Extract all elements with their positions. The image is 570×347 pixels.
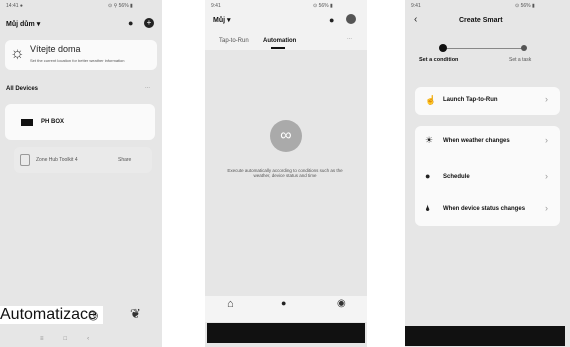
devices-more-icon[interactable]: ⋯: [145, 85, 150, 91]
option-label: When device status changes: [443, 206, 526, 212]
system-nav-bar: ≡ □ ‹: [40, 336, 90, 342]
chevron-right-icon: ›: [545, 135, 548, 145]
option-label: Launch Tap-to-Run: [443, 97, 498, 103]
chevron-right-icon: ›: [545, 94, 548, 104]
option-label: When weather changes: [443, 138, 510, 144]
status-icons: ⊙ 56% ▮: [313, 3, 333, 9]
device-card-hub[interactable]: Zone Hub Toolkit 4 Share: [14, 147, 152, 173]
avatar[interactable]: [346, 14, 356, 24]
tab-tap-to-run[interactable]: Tap-to-Run: [219, 38, 249, 44]
home-selector[interactable]: Můj dům ▾: [6, 20, 40, 28]
tab-automation[interactable]: Automation: [263, 38, 296, 44]
device-name: Zone Hub Toolkit 4: [36, 157, 78, 163]
sun-icon: ☼: [10, 45, 25, 62]
page-title: Create Smart: [459, 17, 503, 24]
device-icon: [21, 119, 33, 126]
share-button[interactable]: Share: [118, 157, 131, 163]
voice-icon[interactable]: ●: [128, 18, 133, 28]
clock-icon: ●: [425, 171, 431, 181]
redaction-bar: [207, 323, 365, 343]
greeting-text: Vítejte doma: [30, 44, 81, 54]
step-condition-label: Set a condition: [419, 57, 459, 63]
device-card-ph-box[interactable]: PH BOX: [5, 104, 155, 140]
back-icon[interactable]: ‹: [414, 14, 417, 25]
home-selector[interactable]: Můj ▾: [213, 16, 231, 24]
screen-create-smart: 9:41 ⊙ 56% ▮ ‹ Create Smart Set a condit…: [405, 0, 570, 347]
option-device-status[interactable]: 🌢 When device status changes ›: [415, 198, 560, 222]
automation-empty-icon: ∞: [270, 120, 302, 152]
nav-me-icon[interactable]: ❦: [130, 306, 141, 322]
status-icons: ⊙ ⚲ 56% ▮: [108, 3, 133, 9]
device-status-icon: 🌢: [425, 203, 431, 213]
progress-step2-dot: [521, 45, 527, 51]
add-icon[interactable]: +: [144, 18, 154, 28]
nav-home-icon[interactable]: ⌂: [227, 298, 234, 310]
option-tap-to-run[interactable]: ☝ Launch Tap-to-Run ›: [415, 87, 560, 115]
status-time: 9:41: [211, 3, 221, 9]
weather-hint: Set the current location for better weat…: [30, 58, 125, 63]
chevron-right-icon: ›: [545, 203, 548, 213]
status-time: 14:41 ●: [6, 3, 23, 9]
redaction-bar: [405, 326, 565, 346]
option-weather[interactable]: ☀ When weather changes ›: [415, 130, 560, 154]
option-label: Schedule: [443, 174, 470, 180]
nav-me-icon[interactable]: ◉: [337, 298, 346, 309]
empty-state-text: Execute automatically according to condi…: [227, 168, 343, 178]
weather-icon: ☀: [425, 135, 434, 145]
nav-scene-icon[interactable]: ◷: [88, 308, 98, 322]
progress-track: [443, 48, 525, 49]
chevron-right-icon: ›: [545, 171, 548, 181]
hand-icon: ☝: [425, 95, 437, 105]
more-icon[interactable]: ⋯: [347, 36, 352, 42]
step-task-label: Set a task: [509, 57, 532, 63]
screen-automation: 9:41 ⊙ 56% ▮ Můj ▾ ● Tap-to-Run Automati…: [205, 0, 367, 347]
option-schedule[interactable]: ● Schedule ›: [415, 166, 560, 190]
device-icon: [20, 154, 30, 166]
tab-active-indicator: [271, 47, 285, 49]
device-name: PH BOX: [41, 119, 65, 125]
nav-scene-icon[interactable]: ●: [281, 298, 286, 308]
voice-icon[interactable]: ●: [329, 15, 334, 25]
weather-card[interactable]: ☼ Vítejte doma Set the current location …: [5, 40, 157, 70]
progress-step1-dot: [439, 44, 447, 52]
screen-home: 14:41 ● ⊙ ⚲ 56% ▮ Můj dům ▾ + ● ☼ Vítejt…: [0, 0, 162, 347]
devices-heading: All Devices: [6, 86, 39, 92]
status-time: 9:41: [411, 3, 421, 9]
status-icons: ⊙ 56% ▮: [515, 3, 535, 9]
